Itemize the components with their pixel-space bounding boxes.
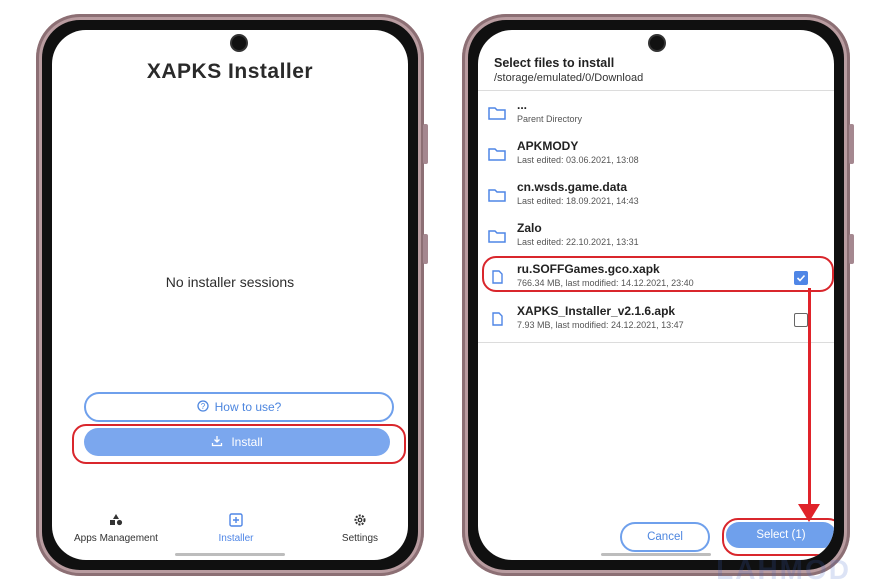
entry-name: Zalo — [517, 221, 542, 235]
bezel: Select files to install /storage/emulate… — [468, 20, 844, 570]
folder-icon — [488, 147, 506, 166]
help-icon: ? — [196, 399, 209, 415]
file-icon — [488, 312, 506, 331]
screen: XAPKS Installer No installer sessions ? … — [52, 30, 408, 560]
entry-meta: 766.34 MB, last modified: 14.12.2021, 23… — [517, 278, 694, 288]
folder-icon — [488, 229, 506, 248]
install-button[interactable]: Install — [84, 428, 390, 456]
bezel: XAPKS Installer No installer sessions ? … — [42, 20, 418, 570]
power-button — [423, 234, 428, 264]
home-indicator — [601, 553, 711, 556]
list-item[interactable]: ... Parent Directory — [478, 94, 834, 134]
front-camera — [232, 36, 246, 50]
watermark-logo: LAHMOD — [716, 554, 851, 585]
divider — [478, 342, 834, 343]
installer-icon — [204, 513, 268, 530]
cancel-button[interactable]: Cancel — [620, 522, 710, 552]
entry-meta: Last edited: 03.06.2021, 13:08 — [517, 155, 639, 165]
arrow-line — [808, 288, 811, 508]
file-checkbox[interactable] — [794, 313, 808, 327]
entry-name: XAPKS_Installer_v2.1.6.apk — [517, 304, 676, 318]
entry-meta: Last edited: 18.09.2021, 14:43 — [517, 196, 639, 206]
divider — [478, 90, 834, 91]
select-button[interactable]: Select (1) — [726, 522, 834, 548]
empty-state-message: No installer sessions — [165, 274, 295, 290]
folder-icon — [488, 188, 506, 207]
svg-text:?: ? — [200, 402, 205, 411]
volume-button — [423, 124, 428, 164]
home-indicator — [175, 553, 285, 556]
shapes-icon — [62, 513, 170, 530]
file-checkbox[interactable] — [794, 271, 808, 285]
phone-right: Select files to install /storage/emulate… — [462, 14, 854, 576]
list-item[interactable]: cn.wsds.game.data Last edited: 18.09.202… — [478, 176, 834, 216]
entry-meta: Last edited: 22.10.2021, 13:31 — [517, 237, 639, 247]
nav-installer[interactable]: Installer — [204, 513, 268, 544]
nav-label: Installer — [218, 533, 254, 544]
list-item[interactable]: XAPKS_Installer_v2.1.6.apk 7.93 MB, last… — [478, 300, 834, 340]
phone-left: XAPKS Installer No installer sessions ? … — [36, 14, 428, 576]
how-to-use-button[interactable]: ? How to use? — [84, 392, 394, 422]
entry-name: APKMODY — [517, 139, 579, 153]
list-item[interactable]: APKMODY Last edited: 03.06.2021, 13:08 — [478, 135, 834, 175]
entry-meta: 7.93 MB, last modified: 24.12.2021, 13:4… — [517, 320, 684, 330]
nav-apps-management[interactable]: Apps Management — [62, 513, 170, 544]
entry-name: ru.SOFFGames.gco.xapk — [517, 262, 660, 276]
front-camera — [650, 36, 664, 50]
bottom-navigation: Apps Management Installer Settings — [52, 508, 408, 548]
cancel-label: Cancel — [647, 531, 683, 543]
entry-name: cn.wsds.game.data — [517, 180, 628, 194]
select-label: Select (1) — [756, 529, 806, 541]
file-icon — [488, 270, 506, 289]
nav-settings[interactable]: Settings — [328, 513, 392, 544]
entry-meta: Parent Directory — [517, 114, 583, 124]
power-button — [849, 234, 854, 264]
entry-name: ... — [517, 98, 528, 112]
download-icon — [211, 435, 223, 450]
list-item[interactable]: Zalo Last edited: 22.10.2021, 13:31 — [478, 217, 834, 257]
nav-label: Settings — [341, 533, 379, 544]
how-to-use-label: How to use? — [214, 400, 282, 414]
gear-icon — [328, 513, 392, 530]
volume-button — [849, 124, 854, 164]
dialog-path: /storage/emulated/0/Download — [494, 72, 644, 84]
list-item[interactable]: ru.SOFFGames.gco.xapk 766.34 MB, last mo… — [478, 258, 834, 298]
install-label: Install — [231, 435, 263, 449]
folder-icon — [488, 106, 506, 125]
dialog-title: Select files to install — [494, 56, 615, 70]
app-title: XAPKS Installer — [146, 60, 314, 83]
screen: Select files to install /storage/emulate… — [478, 30, 834, 560]
nav-label: Apps Management — [74, 533, 158, 544]
